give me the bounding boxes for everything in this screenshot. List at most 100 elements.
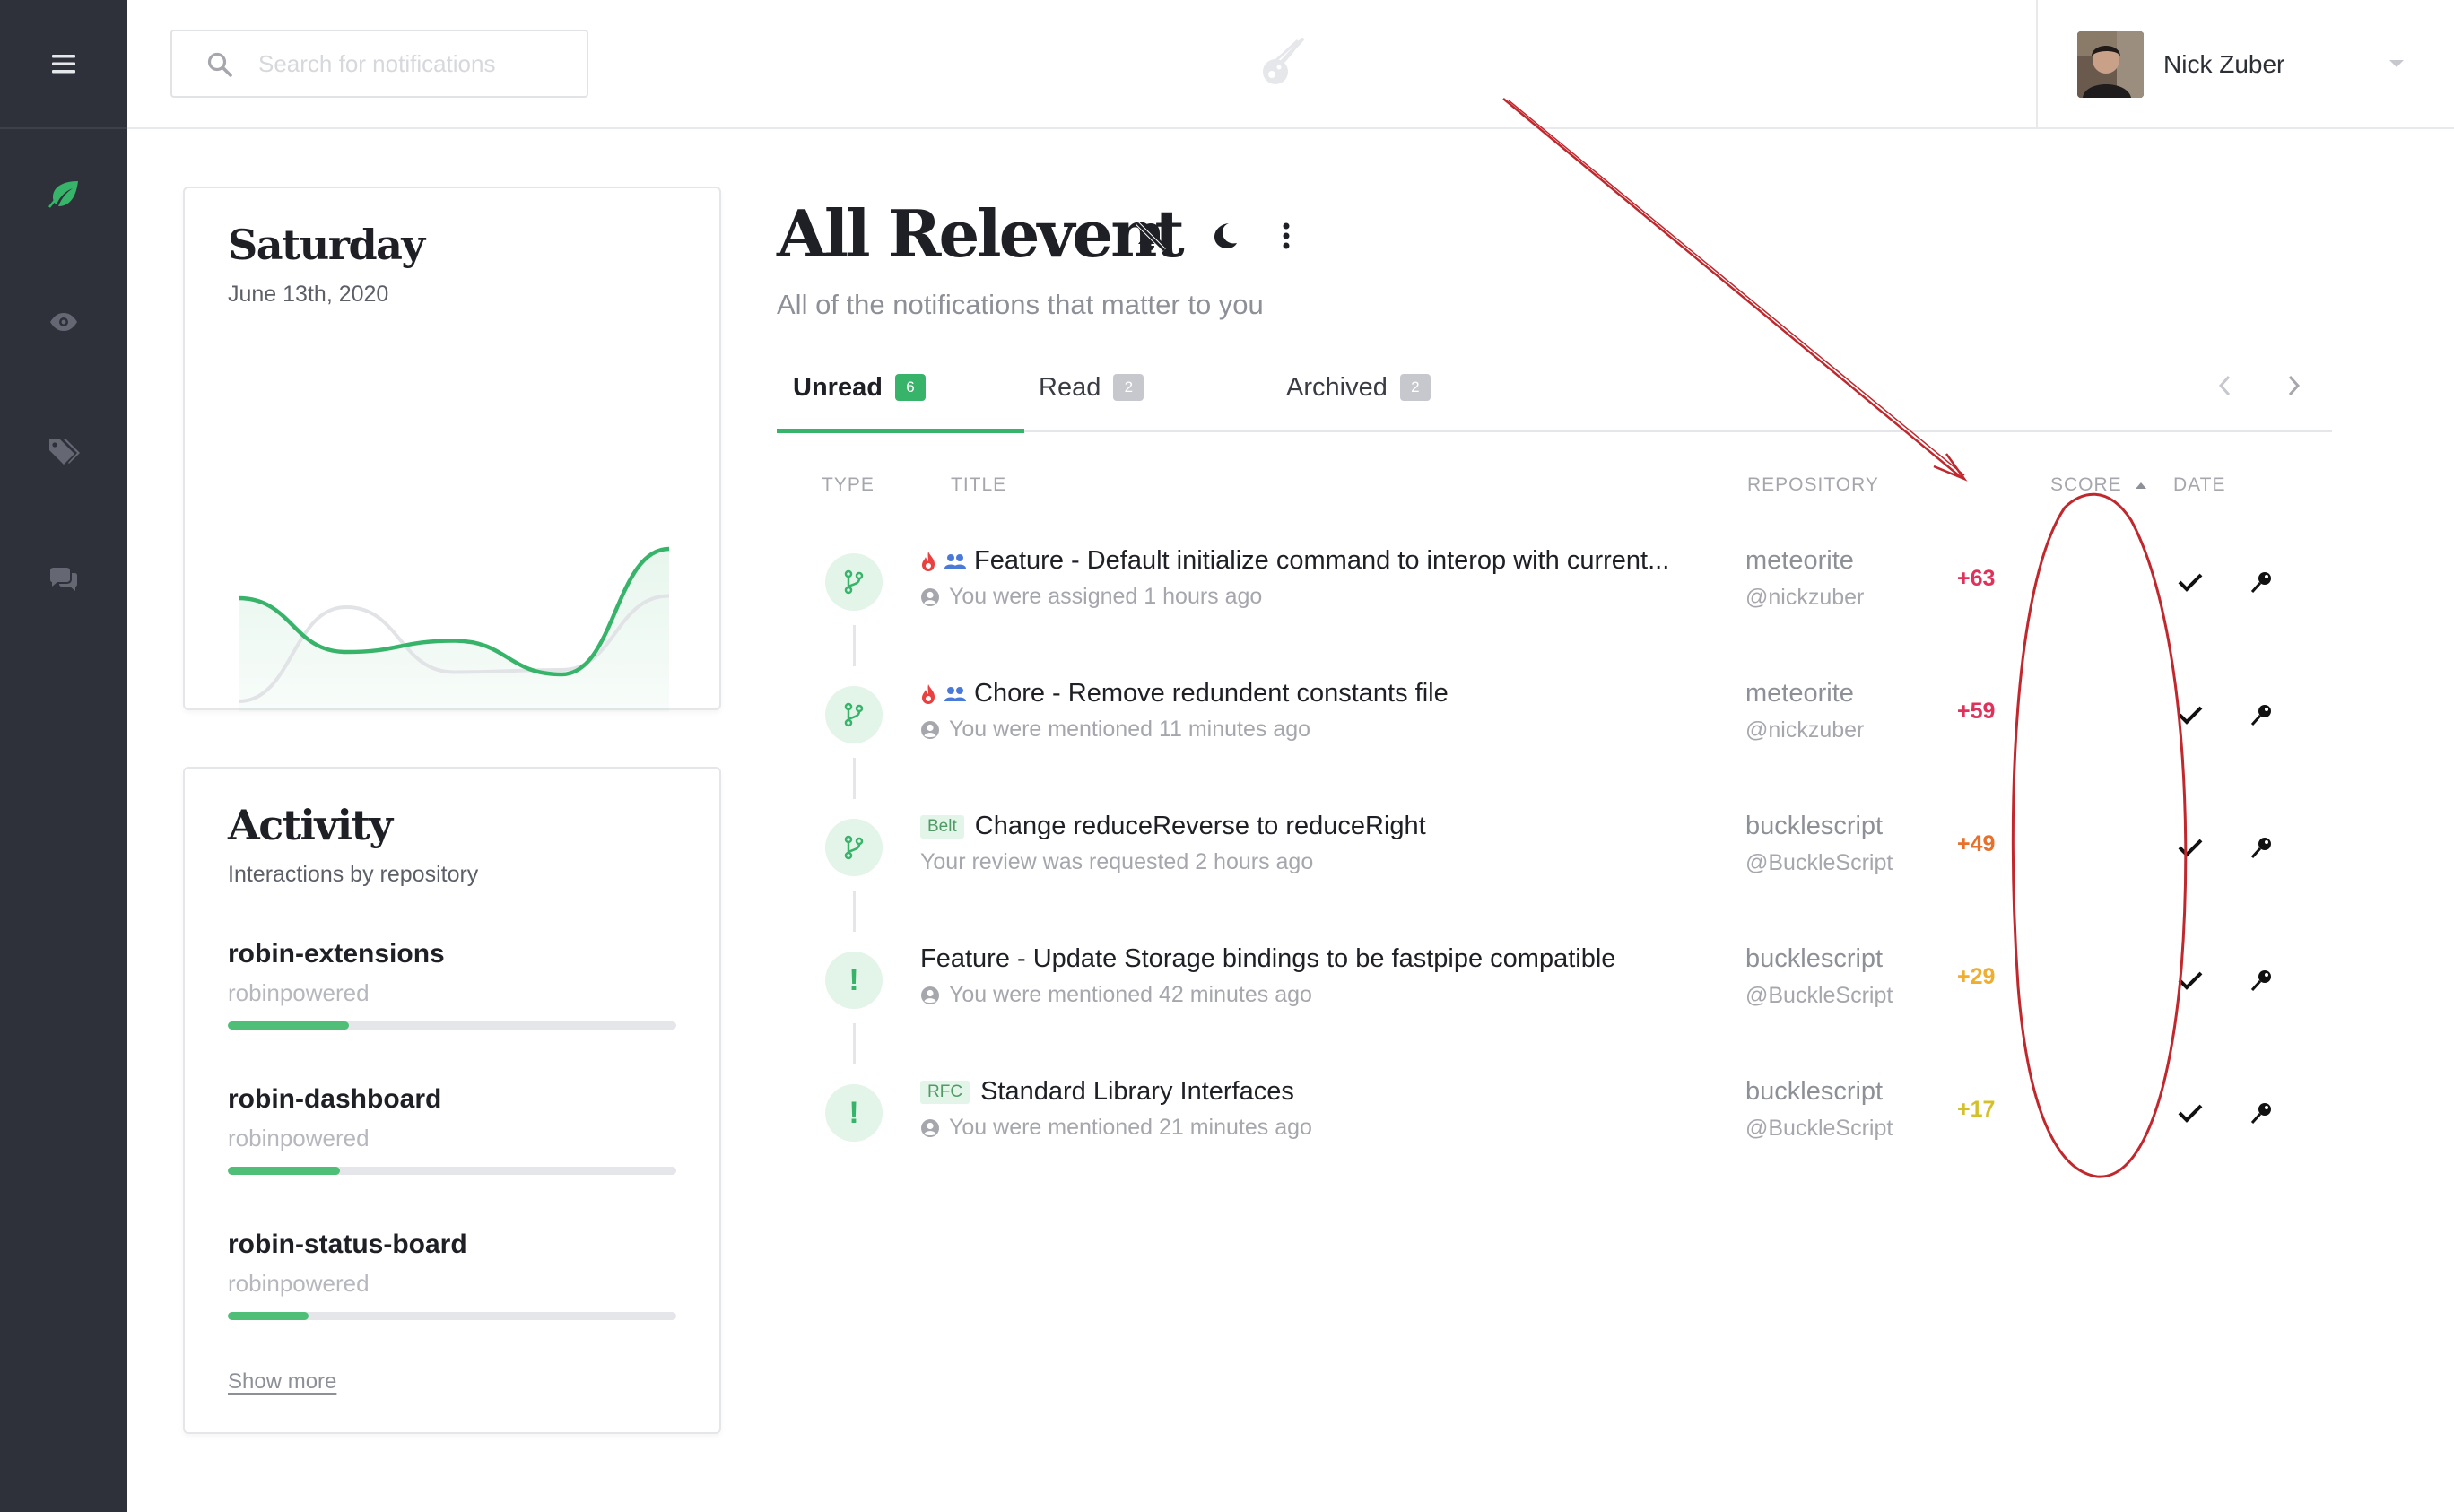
repo-org: robinpowered — [228, 1125, 370, 1151]
pin-button[interactable] — [2244, 830, 2280, 865]
label-tag: RFC — [920, 1080, 970, 1104]
row-title-line: RFC Standard Library Interfaces — [920, 1077, 1294, 1107]
mark-done-button[interactable] — [2172, 830, 2208, 865]
user-circle-icon — [921, 720, 939, 739]
user-menu[interactable]: Nick Zuber — [2036, 0, 2454, 129]
rail-item-labels[interactable] — [0, 415, 127, 487]
rail-item-relevant[interactable] — [0, 158, 127, 230]
tab-count-badge: 2 — [1113, 374, 1144, 401]
more-vertical-icon[interactable] — [1281, 222, 1292, 250]
notification-reason: You were mentioned 21 minutes ago — [949, 1115, 1312, 1140]
user-circle-icon — [921, 587, 939, 606]
search-input[interactable] — [258, 48, 563, 80]
menu-button[interactable] — [0, 0, 127, 129]
repo-progress-fill — [228, 1167, 340, 1175]
score-value: +49 — [1957, 831, 1996, 856]
tab-archived[interactable]: Archived 2 — [1286, 369, 1431, 405]
meteor-logo-icon[interactable] — [1257, 38, 1304, 91]
user-circle-icon — [921, 1118, 939, 1137]
repo-name: meteorite — [1745, 546, 1854, 575]
repo-owner: @BuckleScript — [1745, 1116, 1893, 1141]
row-meta: You were mentioned 21 minutes ago — [920, 1115, 1312, 1141]
notification-title[interactable]: Feature - Default initialize command to … — [974, 546, 1669, 576]
row-repository[interactable]: meteorite @nickzuber — [1745, 546, 1864, 611]
row-meta: You were assigned 1 hours ago — [920, 584, 1262, 610]
chevron-right-icon — [2288, 375, 2301, 396]
issue-icon: ! — [848, 1096, 859, 1130]
column-score-label: SCORE — [2050, 474, 2122, 495]
mark-done-button[interactable] — [2172, 564, 2208, 600]
repo-owner: @BuckleScript — [1745, 983, 1893, 1008]
score-value: +29 — [1957, 964, 1996, 989]
row-repository[interactable]: bucklescript @BuckleScript — [1745, 1077, 1893, 1142]
row-repository[interactable]: bucklescript @BuckleScript — [1745, 944, 1893, 1009]
notification-title[interactable]: Chore - Remove redundent constants file — [974, 679, 1449, 708]
notification-title[interactable]: Standard Library Interfaces — [980, 1077, 1294, 1107]
table-row[interactable]: ! RFC Standard Library Interfaces You we… — [777, 1063, 2332, 1195]
table-row[interactable]: ! Feature - Update Storage bindings to b… — [777, 930, 2332, 1064]
repo-name[interactable]: robin-extensions — [228, 939, 445, 969]
chevron-down-icon[interactable] — [2388, 57, 2406, 70]
timeline-connector — [853, 625, 856, 666]
table-row[interactable]: Belt Change reduceReverse to reduceRight… — [777, 797, 2332, 932]
team-icon — [944, 553, 966, 569]
label-tag: Belt — [920, 814, 964, 839]
pin-icon — [2250, 705, 2271, 726]
mark-done-button[interactable] — [2172, 697, 2208, 733]
pin-icon — [2250, 970, 2271, 992]
check-icon — [2178, 839, 2203, 857]
table-row[interactable]: Chore - Remove redundent constants file … — [777, 665, 2332, 799]
timeline-connector — [853, 1023, 856, 1064]
row-repository[interactable]: bucklescript @BuckleScript — [1745, 812, 1893, 876]
eye-icon — [50, 313, 77, 331]
repo-name: meteorite — [1745, 679, 1854, 708]
repo-progress-fill — [228, 1021, 349, 1030]
bell-off-icon[interactable] — [1134, 220, 1168, 252]
pin-button[interactable] — [2244, 697, 2280, 733]
row-meta: You were mentioned 11 minutes ago — [920, 717, 1310, 743]
mark-done-button[interactable] — [2172, 1095, 2208, 1131]
pin-icon — [2250, 838, 2271, 859]
prev-page-button[interactable] — [2206, 368, 2242, 404]
table-row[interactable]: Feature - Default initialize command to … — [777, 532, 2332, 666]
repo-name[interactable]: robin-dashboard — [228, 1084, 441, 1115]
day-card: Saturday June 13th, 2020 MoTuWeThFr — [183, 187, 721, 712]
notification-title[interactable]: Change reduceReverse to reduceRight — [975, 812, 1426, 841]
search-icon — [207, 52, 232, 77]
column-type[interactable]: TYPE — [822, 474, 875, 496]
check-icon — [2178, 971, 2203, 990]
column-score[interactable]: SCORE — [2050, 474, 2147, 496]
search-box[interactable] — [170, 30, 588, 98]
pull-request-icon — [844, 702, 864, 727]
pin-button[interactable] — [2244, 1095, 2280, 1131]
chat-icon — [50, 568, 77, 591]
repo-owner: @nickzuber — [1745, 717, 1865, 743]
active-tab-indicator — [777, 429, 1024, 433]
column-date[interactable]: DATE — [2173, 474, 2225, 496]
next-page-button[interactable] — [2276, 368, 2312, 404]
row-repository[interactable]: meteorite @nickzuber — [1745, 679, 1864, 743]
row-title-line: Belt Change reduceReverse to reduceRight — [920, 812, 1426, 841]
activity-subtitle: Interactions by repository — [228, 862, 479, 887]
repo-progress-track — [228, 1167, 676, 1175]
rail-item-discussions[interactable] — [0, 543, 127, 615]
notification-reason: You were mentioned 42 minutes ago — [949, 982, 1312, 1007]
timeline-connector — [853, 891, 856, 932]
notification-title[interactable]: Feature - Update Storage bindings to be … — [920, 944, 1615, 974]
rail-item-watching[interactable] — [0, 286, 127, 358]
pin-button[interactable] — [2244, 962, 2280, 998]
tab-read[interactable]: Read 2 — [1039, 369, 1144, 405]
repo-owner: @nickzuber — [1745, 585, 1865, 610]
tab-unread[interactable]: Unread 6 — [793, 369, 926, 405]
repo-name[interactable]: robin-status-board — [228, 1230, 467, 1260]
pull-request-icon — [844, 569, 864, 595]
column-repository[interactable]: REPOSITORY — [1747, 474, 1879, 496]
pin-button[interactable] — [2244, 564, 2280, 600]
show-more-link[interactable]: Show more — [228, 1369, 336, 1395]
repo-progress-fill — [228, 1312, 309, 1320]
top-bar: Nick Zuber — [127, 0, 2454, 129]
mark-done-button[interactable] — [2172, 962, 2208, 998]
column-title[interactable]: TITLE — [951, 474, 1006, 496]
moon-icon[interactable] — [1211, 222, 1238, 250]
type-badge — [825, 553, 883, 611]
